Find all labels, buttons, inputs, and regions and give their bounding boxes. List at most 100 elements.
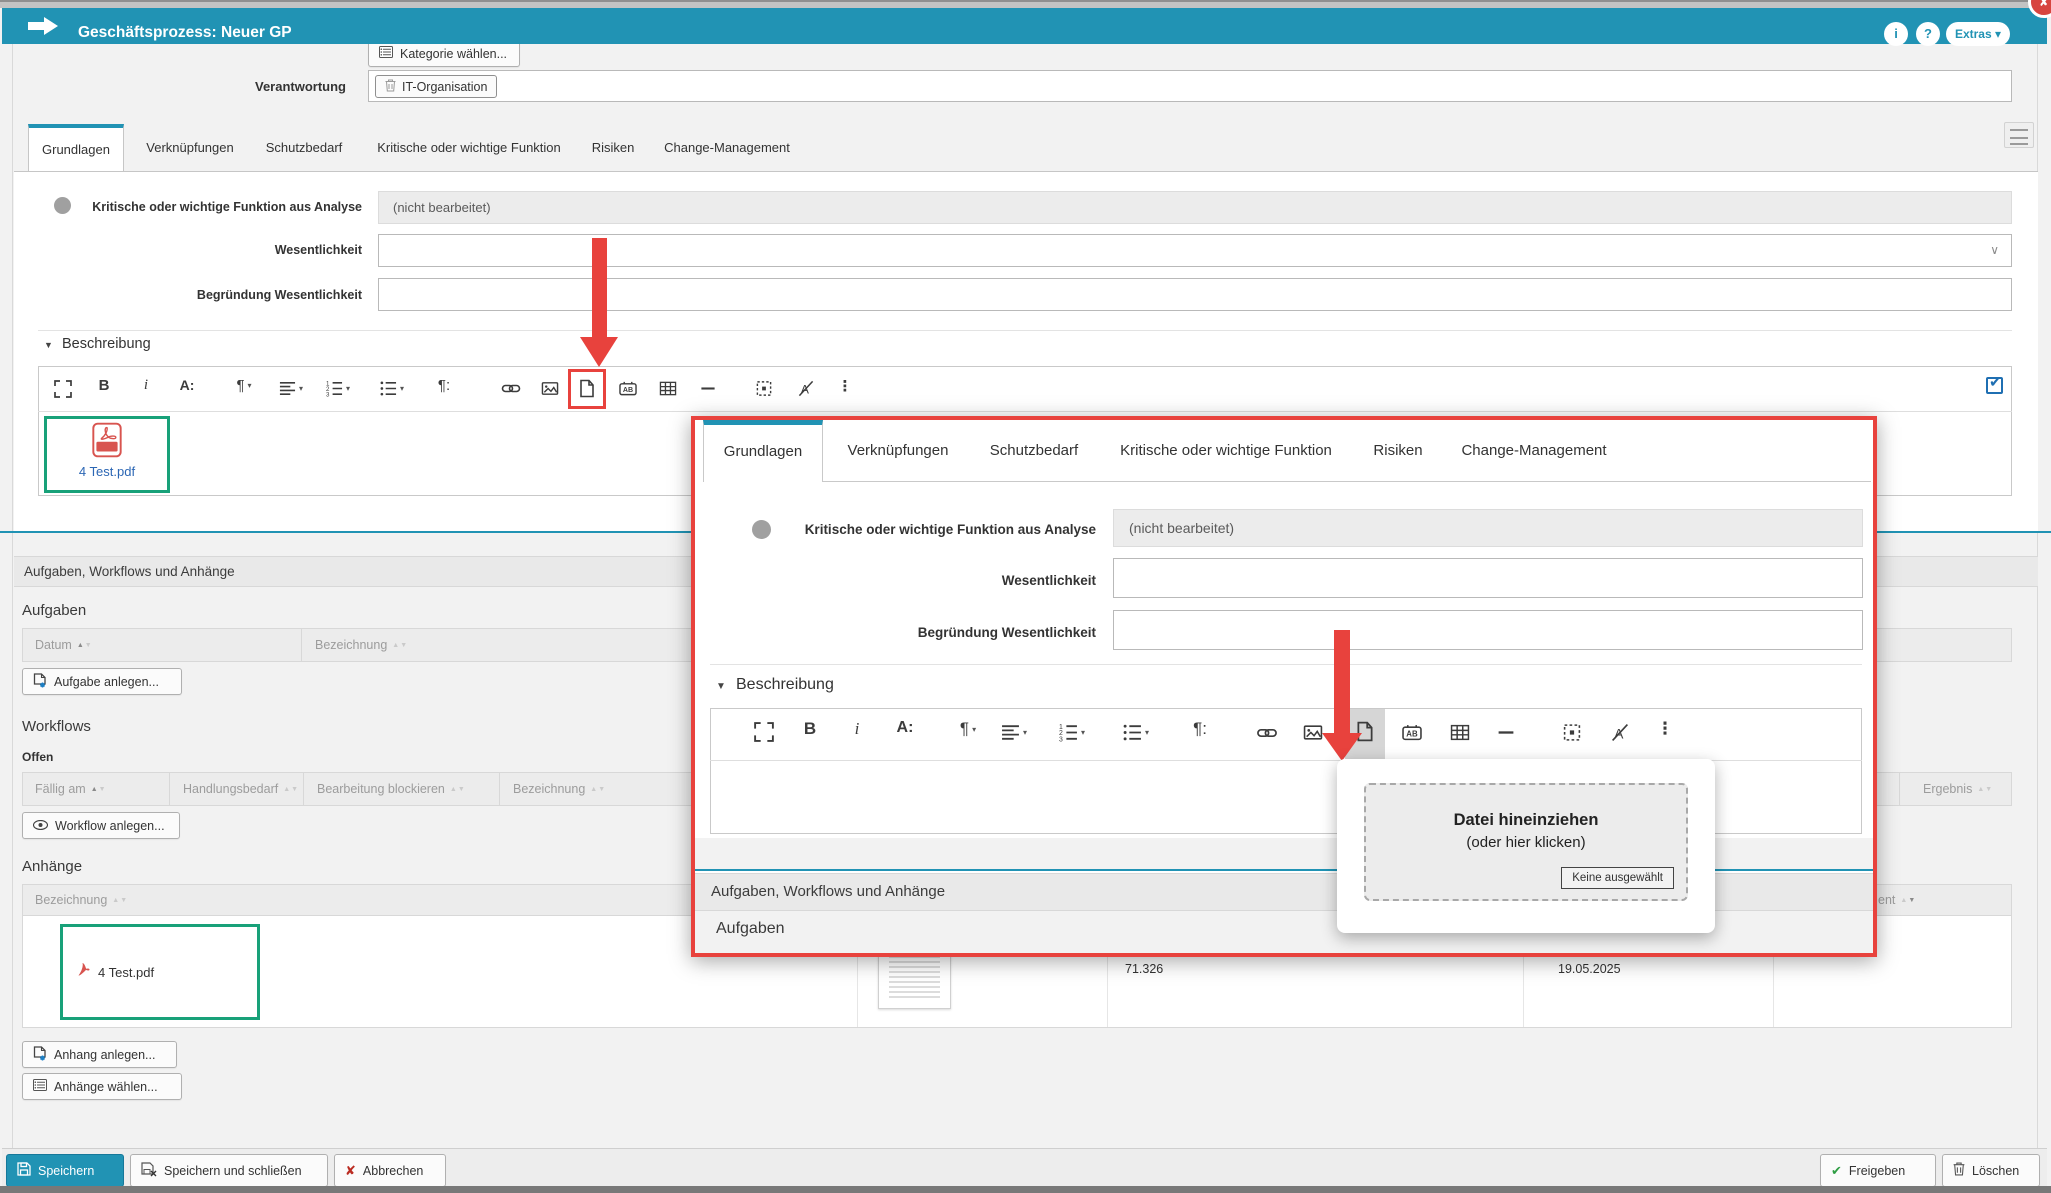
table-icon[interactable] — [659, 380, 677, 397]
paragraph-format-icon[interactable]: ¶▾ — [236, 377, 251, 394]
verantwortung-field[interactable]: IT-Organisation — [368, 70, 2012, 102]
begruendung-input[interactable] — [378, 278, 2012, 311]
paragraph-styles-icon[interactable]: ¶: — [1193, 719, 1207, 739]
ordered-list-icon[interactable]: 123▾ — [326, 380, 350, 397]
clear-format-icon[interactable]: A — [1611, 723, 1630, 742]
editor-checkbox[interactable]: ✔ — [1986, 377, 2003, 394]
overlay-tab-change-management[interactable]: Change-Management — [1444, 420, 1624, 482]
divider — [38, 411, 2012, 412]
check-icon: ✔ — [1989, 373, 2002, 391]
release-button[interactable]: ✔ Freigeben — [1820, 1154, 1936, 1187]
bold-icon[interactable]: B — [99, 377, 110, 394]
overlay-begruendung-input[interactable] — [1113, 610, 1863, 650]
question-icon[interactable] — [54, 197, 71, 214]
sort-desc-icon: ▼ — [85, 642, 93, 649]
anhaenge-row-attachment[interactable]: 4 Test.pdf — [60, 924, 260, 1020]
overlay-wesentlichkeit-select[interactable] — [1113, 558, 1863, 598]
aufgaben-heading: Aufgaben — [22, 602, 86, 619]
overlay-tab-grundlagen[interactable]: Grundlagen — [703, 420, 823, 482]
kategorie-waehlen-button[interactable]: Kategorie wählen... — [368, 40, 520, 67]
collapse-icon[interactable]: ▼ — [44, 340, 53, 350]
verantwortung-chip[interactable]: IT-Organisation — [375, 75, 497, 98]
italic-icon[interactable]: i — [144, 377, 148, 394]
overlay-beschreibung-heading: Beschreibung — [736, 676, 834, 694]
horizontal-rule-icon[interactable] — [700, 380, 717, 397]
pdf-badge-label: PDF — [47, 459, 167, 468]
tab-verknuepfungen[interactable]: Verknüpfungen — [136, 124, 244, 171]
info-icon[interactable]: i — [1884, 22, 1908, 46]
frame-selection-icon[interactable] — [1563, 723, 1582, 742]
divider — [38, 330, 2012, 331]
dropzone-title: Datei hineinziehen — [1366, 811, 1686, 830]
frame-selection-icon[interactable] — [756, 380, 773, 397]
caret-down-icon: ▾ — [299, 384, 303, 393]
paragraph-styles-icon[interactable]: ¶: — [438, 377, 450, 394]
fullscreen-icon[interactable] — [754, 722, 774, 742]
clear-format-icon[interactable]: A — [798, 380, 815, 397]
list-icon — [33, 1079, 47, 1094]
svg-text:AB: AB — [623, 386, 633, 394]
table-icon[interactable] — [1450, 723, 1470, 742]
overlay-tab-kritische-funktion[interactable]: Kritische oder wichtige Funktion — [1102, 420, 1350, 482]
link-icon[interactable] — [502, 381, 521, 396]
paragraph-format-icon[interactable]: ¶▾ — [960, 719, 976, 739]
trash-icon — [1953, 1162, 1965, 1179]
align-icon[interactable]: ▾ — [1001, 723, 1027, 742]
workflow-anlegen-button[interactable]: Workflow anlegen... — [22, 812, 180, 839]
fullscreen-icon[interactable] — [54, 380, 72, 398]
more-options-icon[interactable]: ⋮ — [1657, 719, 1674, 739]
anhaenge-waehlen-button[interactable]: Anhänge wählen... — [22, 1073, 182, 1100]
wesentlichkeit-select[interactable]: ∨ — [378, 234, 2012, 267]
window-frame-bottom — [0, 1186, 2051, 1193]
ordered-list-icon[interactable]: 123▾ — [1059, 723, 1085, 742]
editor-attachment[interactable]: PDF 4 Test.pdf — [44, 416, 170, 493]
overlay-tab-schutzbedarf[interactable]: Schutzbedarf — [976, 420, 1092, 482]
more-options-icon[interactable]: ⋮ — [838, 377, 853, 395]
image-icon[interactable] — [1303, 723, 1323, 742]
tab-schutzbedarf[interactable]: Schutzbedarf — [256, 124, 352, 171]
horizontal-rule-icon[interactable] — [1497, 723, 1516, 742]
bullet-list-icon[interactable]: ▾ — [1123, 723, 1149, 742]
overlay-kritische-funktion-label: Kritische oder wichtige Funktion aus Ana… — [776, 522, 1096, 537]
caret-down-icon: ▾ — [400, 384, 404, 393]
tab-change-management[interactable]: Change-Management — [652, 124, 802, 171]
collapse-icon[interactable]: ▼ — [716, 681, 726, 692]
title-bar: Geschäftsprozess: Neuer GP i ? Extras ▾ — [2, 8, 2047, 44]
italic-icon[interactable]: i — [855, 719, 860, 739]
anhang-anlegen-button[interactable]: Anhang anlegen... — [22, 1041, 177, 1068]
abbreviation-icon[interactable]: AB — [1402, 723, 1423, 742]
begruendung-label: Begründung Wesentlichkeit — [78, 288, 362, 302]
anhaenge-heading: Anhänge — [22, 858, 82, 875]
delete-button[interactable]: Löschen — [1942, 1154, 2040, 1187]
image-icon[interactable] — [541, 380, 559, 397]
layout-toggle-icon[interactable] — [2004, 122, 2034, 148]
overlay-kritische-funktion-value-field: (nicht bearbeitet) — [1113, 509, 1863, 547]
bullet-list-icon[interactable]: ▾ — [380, 380, 404, 397]
save-button[interactable]: Speichern — [6, 1154, 124, 1187]
font-size-icon[interactable]: A: — [180, 377, 195, 393]
attachment-date: 19.05.2025 — [1558, 962, 1621, 976]
overlay-tab-risiken[interactable]: Risiken — [1362, 420, 1434, 482]
aufgabe-anlegen-button[interactable]: Aufgabe anlegen... — [22, 668, 182, 695]
beschreibung-heading: Beschreibung — [62, 336, 151, 352]
tab-grundlagen[interactable]: Grundlagen — [28, 124, 124, 171]
tab-risiken[interactable]: Risiken — [586, 124, 640, 171]
tab-kritische-funktion[interactable]: Kritische oder wichtige Funktion — [364, 124, 574, 171]
extras-menu-button[interactable]: Extras ▾ — [1946, 22, 2010, 46]
overlay-tab-verknuepfungen[interactable]: Verknüpfungen — [836, 420, 960, 482]
question-icon[interactable] — [752, 520, 771, 539]
abbreviation-icon[interactable]: AB — [619, 380, 638, 397]
pdf-icon — [77, 962, 90, 982]
bold-icon[interactable]: B — [804, 719, 816, 739]
align-icon[interactable]: ▾ — [279, 380, 303, 397]
link-icon[interactable] — [1257, 725, 1278, 741]
save-close-button[interactable]: Speichern und schließen — [130, 1154, 328, 1187]
new-document-icon — [33, 1046, 47, 1064]
help-icon[interactable]: ? — [1916, 22, 1940, 46]
dropzone-area[interactable]: Datei hineinziehen (oder hier klicken) K… — [1364, 783, 1688, 901]
cancel-button[interactable]: ✘ Abbrechen — [334, 1154, 446, 1187]
chevron-down-icon: ∨ — [1990, 243, 1999, 257]
kritische-funktion-value-field: (nicht bearbeitet) — [378, 191, 2012, 224]
font-size-icon[interactable]: A: — [897, 719, 914, 737]
file-select-button[interactable]: Keine ausgewählt — [1561, 867, 1674, 889]
